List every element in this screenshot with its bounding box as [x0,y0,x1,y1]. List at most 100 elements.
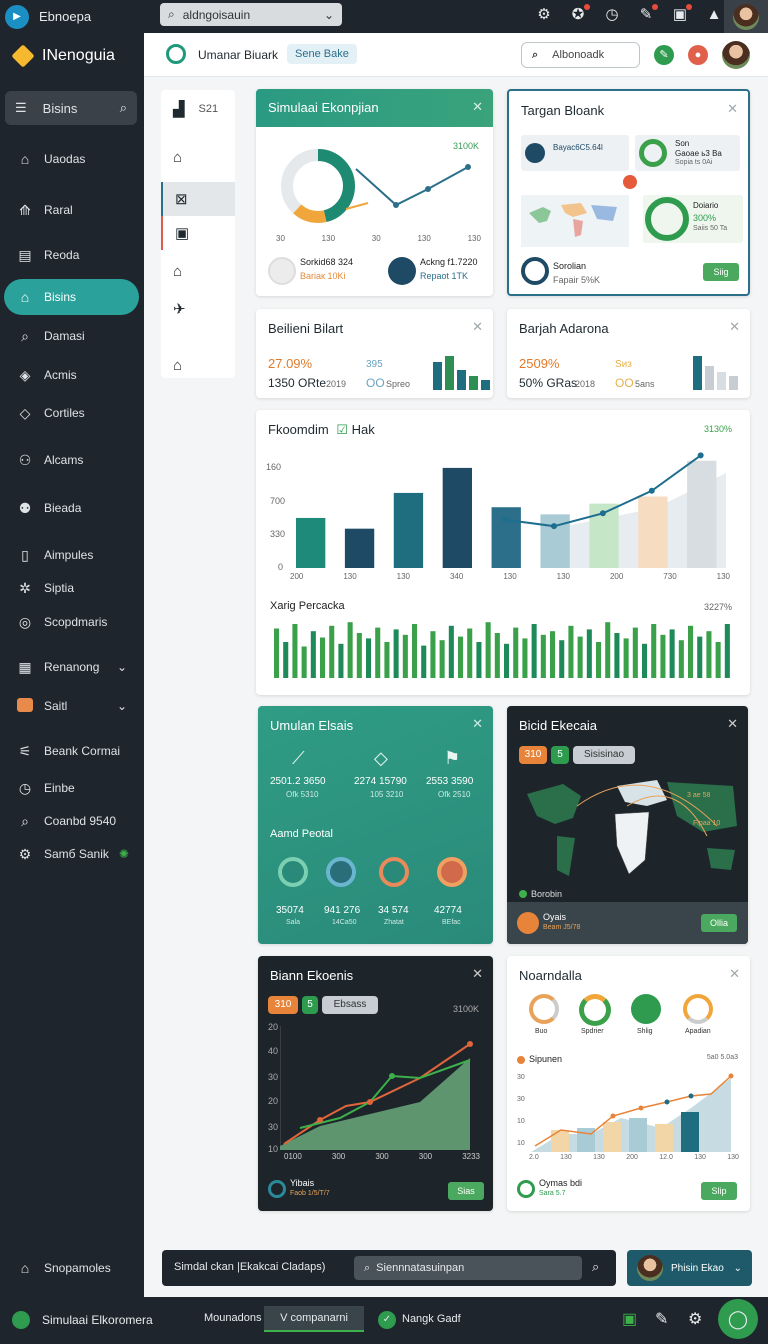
footer-search-input[interactable]: ⌕ Siennnatasuinpan [354,1256,582,1280]
edit-icon[interactable]: ✎ [655,1309,668,1329]
alert-icon[interactable]: ▲ [704,5,724,25]
close-icon[interactable]: ✕ [472,716,483,732]
bottom-tab-active[interactable]: V companarni [264,1306,364,1332]
user-icon-button[interactable]: ✎ [654,45,674,65]
filter-pill[interactable]: Ebsass [322,996,378,1014]
ring-icon [639,139,667,167]
brand[interactable]: INenoguia [0,33,144,79]
sidebar-item-acmis[interactable]: ◈ Acmis [4,357,139,393]
avatar[interactable] [722,41,750,69]
stat-value: Sиз [615,359,632,370]
sidebar-item-coanbd[interactable]: ⌕ Coanbd 9540 [4,803,139,839]
chart-icon: ⟰ [19,201,31,218]
close-icon[interactable]: ✕ [729,319,740,335]
chat-icon[interactable]: ▣ [622,1309,637,1329]
sidebar-item-raral[interactable]: ⟰ Raral [4,192,139,228]
close-icon[interactable]: ✕ [472,319,483,335]
ring-label: Apadian [685,1028,711,1035]
stat-value: 2553 3590 [426,776,474,787]
search-icon: ⌕ [21,812,29,829]
image-icon[interactable]: ▣ [670,4,692,25]
sidebar-item-reoda[interactable]: ▤ Reoda [4,237,139,273]
sidebar-item-beank-cormai[interactable]: ⚟ Beank Cormai [4,733,139,769]
filter-pill[interactable]: 310 [268,996,298,1014]
rail-item-plane[interactable]: ✈ [161,292,235,326]
bottom-tab[interactable]: Mounadons [196,1306,270,1330]
spark-bar [421,645,427,678]
close-icon[interactable]: ✕ [472,99,483,115]
sidebar-item-label: Bisins [44,290,77,304]
filter-pill[interactable]: Sisisinao [573,746,635,764]
app-icon[interactable]: ▶ [5,4,29,29]
sidebar-item-renanong[interactable]: ▦ Renanong ⌄ [4,649,139,685]
continent-shape [527,784,581,824]
user-avatar-button[interactable] [724,0,768,33]
sidebar-item-bieada[interactable]: ⚉ Bieada [4,490,139,526]
stat-icon [517,1180,535,1198]
rail-item-house[interactable]: ⌂ [161,348,235,382]
card-barjah: Barjah Adarona ✕ 2509% 50% GRas 2018 Sиз… [507,309,750,398]
sidebar-item-damasi[interactable]: ⌕ Damasi [4,318,139,354]
action-button[interactable]: Slip [701,1182,737,1200]
sidebar-item-label: Acmis [44,368,77,382]
stat-sub: Ofk 5310 [286,790,319,799]
help-chat-button[interactable]: ◯ [718,1299,758,1339]
close-icon[interactable]: ✕ [727,716,738,732]
y-tick: 330 [270,529,286,539]
x-tick: 130 [417,234,431,243]
rail-item-doc[interactable]: ▣ [161,216,235,250]
gear-icon[interactable]: ⚙ [688,1309,702,1329]
gear-icon: ⚙ [18,845,32,862]
ring-icon [379,857,409,887]
settings-icon[interactable]: ✪ [568,4,590,25]
header-search-input[interactable]: ⌕ Albonoadk [521,42,640,68]
action-button[interactable]: Siig [703,263,739,281]
filter-pill[interactable]: 5 [551,746,569,764]
sidebar-item-samb-sanik[interactable]: ⚙ Samб Sanik ✺ [4,836,139,872]
header-tag-button[interactable]: Sene Bake [287,44,357,64]
rail-item-home[interactable]: ⌂ [161,140,235,174]
rail-item-chart[interactable]: ▟ S21 [161,92,235,126]
rail-item-grid[interactable]: ⊠ [161,182,235,216]
card-title: Targan Bloank [521,103,605,118]
bar [638,496,668,568]
sidebar-item-aimpules[interactable]: ▯ Aimpules [4,537,139,573]
user-menu-button[interactable]: Phisin Ekao ⌄ [627,1250,752,1286]
rail-item-building[interactable]: ⌂ [161,254,235,288]
check-icon[interactable]: ☑ [336,422,348,437]
footer-search-text: Siennnatasuinpan [376,1262,465,1274]
map-label: 3 ae 5​8 [687,792,711,799]
close-icon[interactable]: ✕ [727,101,738,117]
sidebar-item-cortiles[interactable]: ◇ Cortiles [4,395,139,431]
top-search-dropdown[interactable]: ⌕ aldngoisauin ⌄ [160,3,342,26]
clock-icon: ◷ [18,779,32,796]
sidebar-item-snopamoles[interactable]: ⌂ Snopamoles [4,1250,139,1286]
bottom-tab[interactable]: Nangk Gadf [402,1313,461,1325]
sidebar-item-scopdmaris[interactable]: ◎ Scopdmaris [4,604,139,640]
close-icon[interactable]: ✕ [472,966,483,982]
sidebar-item-saitl[interactable]: Saitl ⌄ [4,688,139,724]
sidebar-search[interactable]: ☰ Bisins ⌕ [5,91,137,125]
notification-icon-button[interactable]: ● [688,45,708,65]
clock-icon[interactable]: ◷ [602,5,622,25]
filter-pill[interactable]: 5 [302,996,318,1014]
sidebar-item-bisins[interactable]: ⌂ Bisins [4,279,139,315]
sidebar-item-einbe[interactable]: ◷ Einbe [4,770,139,806]
corner-label: 5a0 5.0a3 [706,1054,738,1061]
edit-icon[interactable]: ✎ [636,4,658,25]
search-icon[interactable]: ⌕ [592,1259,599,1275]
close-icon[interactable]: ✕ [729,966,740,982]
box-value: 300% [693,213,717,223]
ring-icon [683,994,713,1024]
gear-icon[interactable]: ⚙ [534,5,554,25]
filter-pill[interactable]: 310 [519,746,547,764]
spark-bar [439,640,445,678]
action-button[interactable]: Ollia [701,914,737,932]
x-tick: 200 [626,1154,638,1161]
stat-sub: 14Ca50 [332,919,357,926]
sidebar-item-uaodas[interactable]: ⌂ Uaodas [4,141,139,177]
sidebar-item-siptia[interactable]: ✲ Siptia [4,570,139,606]
sidebar-item-alcams[interactable]: ⚇ Alcams [4,442,139,478]
action-button[interactable]: Sias [448,1182,484,1200]
stat-value: OO [615,376,634,390]
